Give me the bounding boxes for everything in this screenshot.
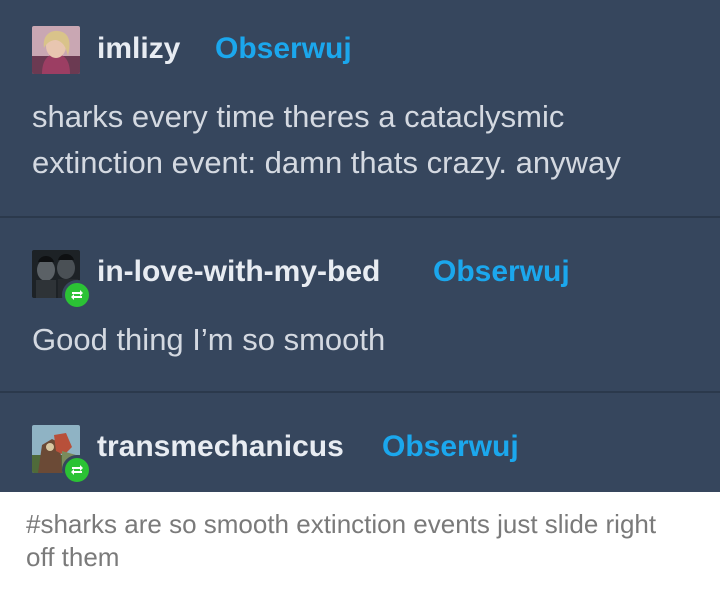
avatar[interactable] bbox=[32, 250, 92, 310]
reblog-icon bbox=[71, 290, 83, 300]
reblog-icon bbox=[71, 465, 83, 475]
post-divider bbox=[0, 216, 720, 218]
avatar[interactable] bbox=[32, 425, 92, 485]
post-text: sharks every time theres a cataclysmic e… bbox=[32, 99, 621, 180]
post-text: Good thing I’m so smooth bbox=[32, 322, 386, 357]
reblog-badge bbox=[62, 455, 92, 485]
follow-link[interactable]: Obserwuj bbox=[382, 430, 519, 464]
reblog-badge bbox=[62, 280, 92, 310]
follow-link[interactable]: Obserwuj bbox=[433, 255, 570, 289]
follow-link[interactable]: Obserwuj bbox=[215, 32, 352, 66]
post-divider bbox=[0, 391, 720, 393]
tags-section: #sharks are so smooth extinction events … bbox=[0, 492, 720, 594]
post-tags[interactable]: #sharks are so smooth extinction events … bbox=[26, 508, 686, 574]
avatar-image bbox=[32, 26, 80, 74]
username[interactable]: transmechanicus bbox=[97, 430, 344, 464]
avatar[interactable] bbox=[32, 26, 80, 74]
post-thread: imlizy Obserwuj sharks every time theres… bbox=[0, 0, 720, 492]
username[interactable]: imlizy bbox=[97, 32, 180, 66]
username[interactable]: in-love-with-my-bed bbox=[97, 255, 380, 289]
